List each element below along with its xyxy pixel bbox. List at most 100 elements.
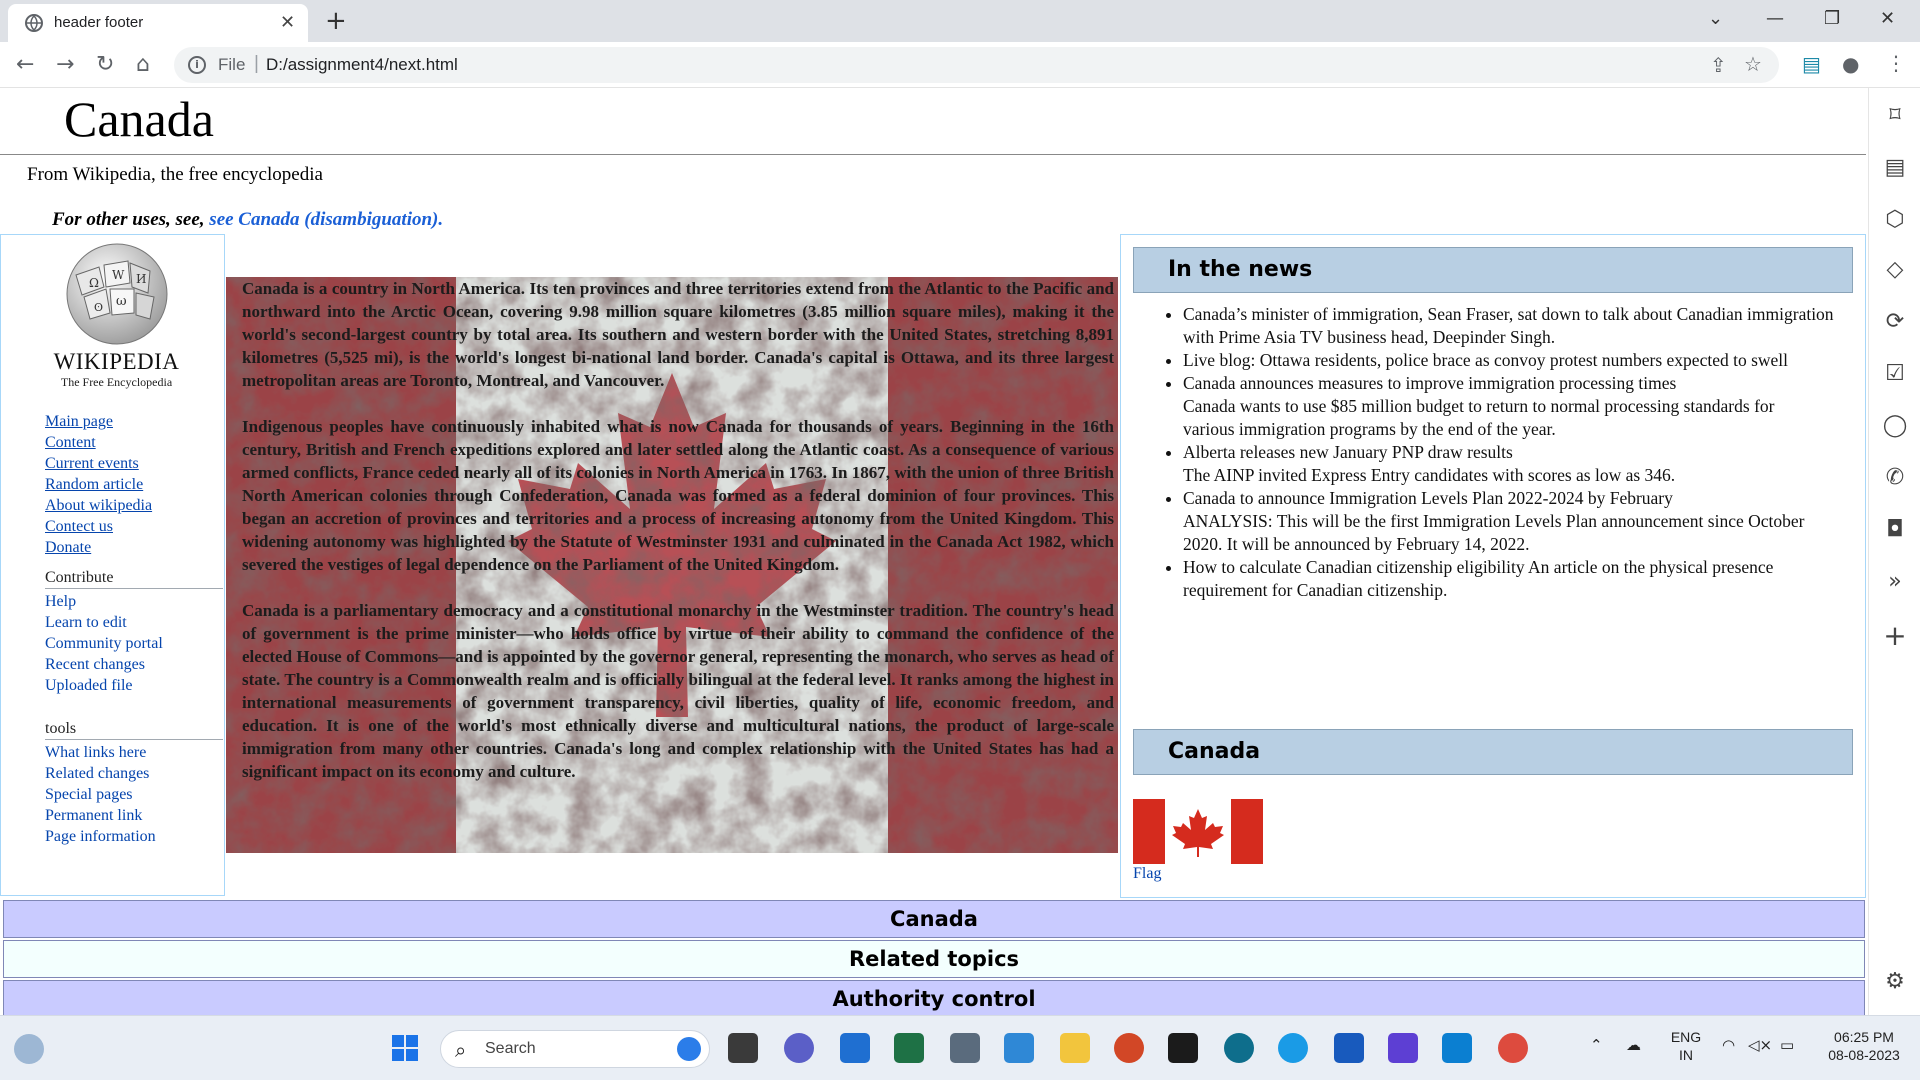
back-arrow-icon[interactable]: ← bbox=[16, 52, 34, 77]
forward-arrow-icon[interactable]: → bbox=[56, 52, 74, 77]
nav-link-contact[interactable]: Contect us bbox=[45, 516, 152, 537]
tools-link-special-pages[interactable]: Special pages bbox=[45, 784, 223, 805]
news-items: Canada’s minister of immigration, Sean F… bbox=[1149, 303, 1849, 602]
volume-muted-icon[interactable]: ◁× bbox=[1748, 1036, 1772, 1054]
more-menu-icon[interactable]: ⋮ bbox=[1886, 51, 1906, 75]
chrome-icon[interactable] bbox=[1498, 1033, 1528, 1063]
nav-link-main-page[interactable]: Main page bbox=[45, 411, 152, 432]
contribute-link-learn-to-edit[interactable]: Learn to edit bbox=[45, 612, 223, 633]
clock[interactable]: 06:25 PM 08-08-2023 bbox=[1816, 1028, 1912, 1064]
powerpoint-icon[interactable] bbox=[1114, 1033, 1144, 1063]
news-item: Canada announces measures to improve imm… bbox=[1183, 372, 1849, 441]
news-item: Canada’s minister of immigration, Sean F… bbox=[1183, 303, 1849, 349]
messenger-icon[interactable]: ◯ bbox=[1881, 412, 1909, 440]
news-item-line: Alberta releases new January PNP draw re… bbox=[1183, 442, 1513, 462]
contribute-link-community-portal[interactable]: Community portal bbox=[45, 633, 223, 654]
tab-close-icon[interactable]: ✕ bbox=[280, 12, 295, 33]
nav-link-random-article[interactable]: Random article bbox=[45, 474, 152, 495]
news-item-line: The AINP invited Express Entry candidate… bbox=[1183, 465, 1676, 485]
reload-icon[interactable]: ↻ bbox=[96, 52, 114, 77]
cube-icon[interactable]: ⬡ bbox=[1881, 206, 1909, 234]
browser-tab[interactable]: header footer ✕ bbox=[8, 4, 308, 42]
extension-icon[interactable]: ▤ bbox=[1802, 52, 1821, 76]
title-divider bbox=[0, 154, 1866, 155]
whatsapp-icon[interactable]: ✆ bbox=[1881, 464, 1909, 492]
tag-icon[interactable]: ◇ bbox=[1881, 256, 1909, 284]
url-separator: | bbox=[254, 53, 259, 74]
contribute-link-recent-changes[interactable]: Recent changes bbox=[45, 654, 223, 675]
navbox-canada[interactable]: Canada bbox=[3, 900, 1865, 938]
news-item-line: Canada to announce Immigration Levels Pl… bbox=[1183, 488, 1673, 508]
news-item: Live blog: Ottawa residents, police brac… bbox=[1183, 349, 1849, 372]
checklist-icon[interactable]: ☑ bbox=[1881, 360, 1909, 388]
tools-link-related-changes[interactable]: Related changes bbox=[45, 763, 223, 784]
site-info-icon[interactable]: i bbox=[188, 56, 206, 74]
new-tab-icon[interactable]: + bbox=[325, 6, 347, 36]
news-item-line: Canada wants to use $85 million budget t… bbox=[1183, 396, 1775, 416]
region-code: IN bbox=[1679, 1047, 1693, 1063]
bookmark-icon[interactable]: ⌑ bbox=[1881, 102, 1909, 130]
nav-link-donate[interactable]: Donate bbox=[45, 537, 152, 558]
task-view-icon[interactable] bbox=[728, 1033, 758, 1063]
language-indicator[interactable]: ENG IN bbox=[1668, 1028, 1704, 1064]
taskbar-search[interactable]: ⌕ Search bbox=[440, 1030, 710, 1068]
contribute-link-uploaded-file[interactable]: Uploaded file bbox=[45, 675, 223, 696]
edge-dev-icon[interactable] bbox=[1224, 1033, 1254, 1063]
onedrive-icon[interactable]: ☁ bbox=[1626, 1036, 1641, 1054]
tray-overflow-chevron-icon[interactable]: ⌃ bbox=[1590, 1036, 1603, 1054]
vscode-icon[interactable] bbox=[1442, 1033, 1472, 1063]
canada-flag-image[interactable] bbox=[1133, 799, 1263, 864]
widgets-icon[interactable] bbox=[14, 1034, 44, 1064]
disambiguation-link[interactable]: see Canada (disambiguation). bbox=[209, 209, 443, 230]
webex-icon[interactable] bbox=[1388, 1033, 1418, 1063]
navbox-authority-control[interactable]: Authority control bbox=[3, 980, 1865, 1015]
news-item-line: Live blog: Ottawa residents, police brac… bbox=[1183, 350, 1789, 370]
tab-search-chevron-icon[interactable]: ⌄ bbox=[1708, 8, 1723, 29]
word-icon[interactable] bbox=[1334, 1033, 1364, 1063]
terminal-icon[interactable] bbox=[1168, 1033, 1198, 1063]
teams-chat-icon[interactable] bbox=[784, 1033, 814, 1063]
reading-list-icon[interactable]: ▤ bbox=[1881, 154, 1909, 182]
nav-link-about[interactable]: About wikipedia bbox=[45, 495, 152, 516]
globe-icon bbox=[25, 14, 43, 32]
right-sidebar: In the news Canada’s minister of immigra… bbox=[1120, 234, 1866, 898]
file-explorer-icon[interactable] bbox=[1060, 1033, 1090, 1063]
windows-start-icon[interactable] bbox=[390, 1033, 420, 1063]
tools-link-page-information[interactable]: Page information bbox=[45, 826, 223, 847]
instagram-icon[interactable]: ◘ bbox=[1881, 516, 1909, 544]
wikipedia-logo[interactable]: Ω W И ω ʘ WIKIPEDIA The Free Encyclopedi… bbox=[44, 239, 189, 389]
sync-icon[interactable]: ⟳ bbox=[1881, 308, 1909, 336]
wifi-icon[interactable]: ◠ bbox=[1722, 1036, 1735, 1054]
news-item-line: 2020. It will be announced by February 1… bbox=[1183, 534, 1530, 554]
navbox-related-topics[interactable]: Related topics bbox=[3, 940, 1865, 978]
tools-link-permanent-link[interactable]: Permanent link bbox=[45, 805, 223, 826]
svg-text:И: И bbox=[136, 272, 146, 286]
address-bar[interactable]: i File | D:/assignment4/next.html ⇪ ☆ bbox=[174, 47, 1779, 83]
flag-caption-link[interactable]: Flag bbox=[1133, 865, 1161, 883]
photos-icon[interactable] bbox=[1004, 1033, 1034, 1063]
url-text[interactable]: D:/assignment4/next.html bbox=[266, 55, 458, 75]
contribute-link-help[interactable]: Help bbox=[45, 591, 223, 612]
news-item-line: various immigration programs by the end … bbox=[1183, 419, 1556, 439]
bookmark-star-icon[interactable]: ☆ bbox=[1744, 52, 1762, 76]
tools-link-what-links-here[interactable]: What links here bbox=[45, 742, 223, 763]
camera-icon[interactable] bbox=[950, 1033, 980, 1063]
restore-icon[interactable]: ❐ bbox=[1824, 8, 1840, 29]
edge-icon[interactable] bbox=[1278, 1033, 1308, 1063]
news-item: Canada to announce Immigration Levels Pl… bbox=[1183, 487, 1849, 556]
mail-icon[interactable] bbox=[840, 1033, 870, 1063]
plus-icon[interactable]: + bbox=[1881, 622, 1909, 650]
profile-avatar-icon[interactable]: ● bbox=[1842, 52, 1859, 76]
main-nav-links: Main page Content Current events Random … bbox=[45, 411, 152, 558]
chevron-panel-icon[interactable]: » bbox=[1881, 568, 1909, 596]
close-window-icon[interactable]: ✕ bbox=[1880, 8, 1895, 29]
nav-link-content[interactable]: Content bbox=[45, 432, 152, 453]
nav-link-current-events[interactable]: Current events bbox=[45, 453, 152, 474]
settings-gear-icon[interactable]: ⚙ bbox=[1881, 968, 1909, 996]
share-icon[interactable]: ⇪ bbox=[1710, 53, 1727, 77]
minimize-icon[interactable]: — bbox=[1766, 8, 1784, 29]
battery-icon[interactable]: ▭ bbox=[1780, 1036, 1794, 1054]
language-code: ENG bbox=[1670, 1029, 1702, 1045]
home-icon[interactable]: ⌂ bbox=[136, 52, 150, 77]
excel-icon[interactable] bbox=[894, 1033, 924, 1063]
